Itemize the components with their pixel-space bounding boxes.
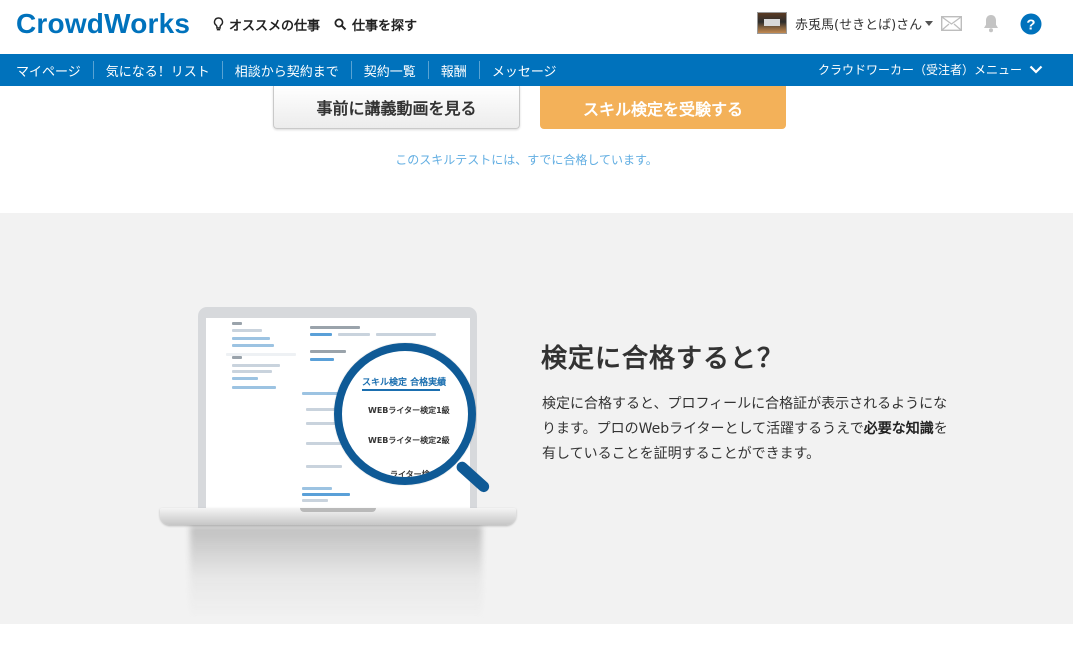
certificate-title: スキル検定 合格実績 <box>362 378 447 388</box>
certificate-row-3: ライター検 <box>390 470 430 479</box>
certificate-underline <box>362 389 440 391</box>
avatar <box>757 12 787 34</box>
bulb-icon <box>213 17 224 32</box>
crowdworks-logo[interactable]: CrowdWorks <box>16 8 190 40</box>
certificate-row-2: WEBライター検定2級 <box>368 436 450 445</box>
svg-text:?: ? <box>1026 17 1035 34</box>
bell-icon[interactable] <box>981 13 1001 37</box>
nav-search-label: 仕事を探す <box>352 19 418 34</box>
caret-down-icon <box>925 16 934 31</box>
feature-desc-bold: 必要な知識 <box>863 421 934 437</box>
magnifier-illustration: スキル検定 合格実績 WEBライター検定1級 WEBライター検定2級 ライター検 <box>334 343 476 485</box>
username-dropdown[interactable]: 赤兎馬(せきとば)さん <box>795 14 934 33</box>
top-header: CrowdWorks オススメの仕事 仕事を探す 赤兎馬(せきとば)さん ? <box>0 0 1073 54</box>
mail-icon[interactable] <box>940 15 963 35</box>
chevron-down-icon <box>1029 63 1043 77</box>
nav-contracts[interactable]: 契約一覧 <box>352 61 429 80</box>
nav-recommended-jobs[interactable]: オススメの仕事 <box>213 15 320 34</box>
nav-messages[interactable]: メッセージ <box>480 61 569 80</box>
laptop-shadow <box>190 526 482 618</box>
nav-recommended-label: オススメの仕事 <box>229 19 321 34</box>
nav-rewards[interactable]: 報酬 <box>429 61 480 80</box>
user-menu[interactable]: 赤兎馬(せきとば)さん <box>757 12 934 34</box>
search-icon <box>334 18 347 31</box>
nav-search-jobs[interactable]: 仕事を探す <box>334 15 417 34</box>
nav-consult-to-contract[interactable]: 相談から契約まで <box>223 61 352 80</box>
laptop-notch <box>300 508 376 512</box>
help-icon[interactable]: ? <box>1020 13 1042 39</box>
username-label: 赤兎馬(せきとば)さん <box>795 17 923 33</box>
nav-mypage[interactable]: マイページ <box>0 61 94 80</box>
nav-favorites[interactable]: 気になる！リスト <box>94 61 223 80</box>
take-exam-button[interactable]: スキル検定を受験する <box>540 86 786 129</box>
worker-menu-label: クラウドワーカー（受注者）メニュー <box>817 63 1022 77</box>
worker-menu-dropdown[interactable]: クラウドワーカー（受注者）メニュー <box>818 61 1043 78</box>
main-nav-bar: マイページ 気になる！リスト 相談から契約まで 契約一覧 報酬 メッセージ クラ… <box>0 54 1073 86</box>
certificate-row-1: WEBライター検定1級 <box>368 406 450 415</box>
feature-description: 検定に合格すると、プロフィールに合格証が表示されるようになります。プロのWebラ… <box>542 392 954 467</box>
feature-title: 検定に合格すると？ <box>541 344 785 374</box>
already-passed-note: このスキルテストには、すでに合格しています。 <box>395 153 658 167</box>
watch-lecture-button[interactable]: 事前に講義動画を見る <box>273 86 520 129</box>
